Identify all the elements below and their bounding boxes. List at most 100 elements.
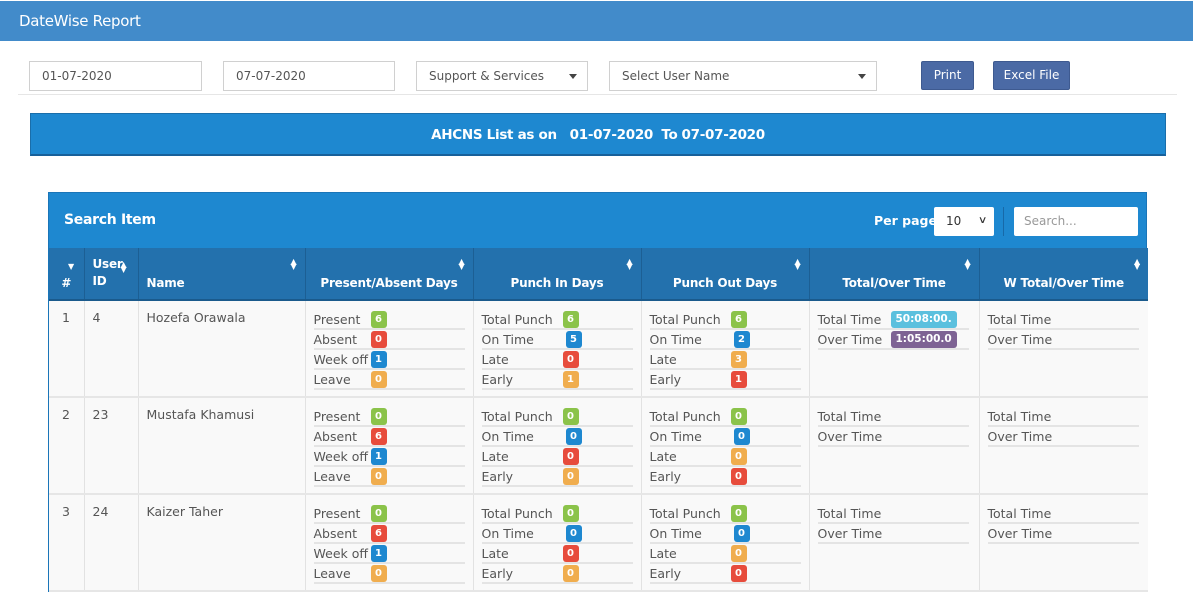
present-absent-cell: Present 0 Absent 6 Week off 1 Leave 0	[305, 397, 474, 495]
stat-label: Total Time	[817, 408, 882, 424]
punch-out-cell: Total Punch 0 On Time 0 Late 0 Early 0	[641, 494, 810, 592]
sort-icon: ▲ ▼	[1134, 257, 1140, 271]
stat-absent: Absent 6	[313, 427, 465, 447]
column-header-index[interactable]: ▼ #	[49, 248, 85, 301]
from-date-input[interactable]: 01-07-2020	[29, 61, 202, 91]
stat-late: Late 0	[649, 544, 801, 564]
w-total-over-time-cell: Total Time Over Time	[979, 494, 1148, 592]
column-header-punch-in[interactable]: ▲ ▼ Punch In Days	[473, 248, 642, 301]
leave-count-badge: 0	[370, 467, 387, 485]
w-total-over-time-cell: Total Time Over Time	[979, 300, 1148, 398]
filter-bar: 01-07-2020 07-07-2020 Support & Services…	[0, 41, 1193, 101]
sort-desc-icon: ▼	[68, 262, 74, 271]
user-name-select-value: Select User Name	[622, 69, 730, 83]
banner-to-date: 07-07-2020	[681, 127, 766, 143]
total-time-badge: 50:08:00.	[890, 310, 957, 328]
excel-file-button[interactable]: Excel File	[993, 61, 1070, 90]
banner-to-word: To	[661, 127, 678, 143]
sort-icon: ▲ ▼	[964, 257, 971, 271]
stat-early: Early 0	[649, 564, 801, 584]
stat-label: Total Punch	[649, 408, 721, 424]
stat-late: Late 0	[481, 350, 633, 370]
punch-out-ontime-badge: 2	[733, 330, 750, 348]
stat-label: On Time	[481, 525, 534, 541]
stat-label: On Time	[649, 525, 702, 541]
punch-in-ontime-badge: 5	[565, 330, 582, 348]
stat-over-time: Over Time	[817, 427, 969, 447]
punch-in-total-badge: 6	[562, 310, 579, 328]
present-absent-cell: Present 6 Absent 0 Week off 1 Leave 0	[305, 300, 474, 398]
present-count-badge: 0	[370, 407, 387, 425]
user-id: 24	[84, 494, 139, 592]
absent-count-badge: 6	[370, 427, 387, 445]
week-off-count-badge: 1	[370, 544, 387, 562]
stat-present: Present 0	[313, 407, 465, 427]
punch-in-early-badge: 1	[562, 370, 579, 388]
stat-early: Early 0	[481, 564, 633, 584]
print-button[interactable]: Print	[921, 61, 974, 90]
stat-on-time: On Time 0	[481, 524, 633, 544]
punch-in-total-badge: 0	[562, 407, 579, 425]
department-select[interactable]: Support & Services	[416, 61, 588, 91]
stat-label: Early	[481, 565, 514, 581]
report-table: ▼ # ▲ ▼ User ID ▲ ▼ Name ▲ ▼ Present/Absent…	[49, 248, 1148, 592]
stat-label: Total Time	[817, 505, 882, 521]
row-index: 2	[49, 397, 85, 495]
column-header-user-id[interactable]: ▲ ▼ User ID	[84, 248, 139, 301]
stat-label: Early	[481, 468, 514, 484]
report-banner: AHCNS List as on 01-07-2020 To 07-07-2020	[30, 113, 1166, 156]
per-page-select[interactable]: 10 ∨	[934, 207, 994, 236]
stat-label: Absent	[313, 525, 358, 541]
stat-label: Week off	[313, 545, 368, 561]
punch-in-late-badge: 0	[562, 350, 579, 368]
stat-present: Present 0	[313, 504, 465, 524]
stat-label: Late	[649, 448, 677, 464]
stat-present: Present 6	[313, 310, 465, 330]
sort-icon: ▲ ▼	[120, 260, 127, 274]
stat-label: Total Time	[987, 505, 1052, 521]
divider	[1003, 207, 1004, 236]
column-header-punch-out[interactable]: ▲ ▼ Punch Out Days	[641, 248, 810, 301]
stat-label: Late	[649, 351, 677, 367]
user-name: Kaizer Taher	[138, 494, 306, 592]
stat-leave: Leave 0	[313, 564, 465, 584]
stat-label: Total Punch	[481, 311, 553, 327]
stat-total-punch: Total Punch 0	[649, 407, 801, 427]
stat-w-over-time: Over Time	[987, 330, 1139, 350]
page-title: DateWise Report	[19, 12, 141, 30]
stat-total-punch: Total Punch 0	[481, 407, 633, 427]
user-name-select[interactable]: Select User Name	[609, 61, 877, 91]
app-header: DateWise Report	[0, 1, 1193, 41]
column-header-present-absent[interactable]: ▲ ▼ Present/Absent Days	[305, 248, 474, 301]
column-header-total-over-time[interactable]: ▲ ▼ Total/Over Time	[809, 248, 980, 301]
punch-in-early-badge: 0	[562, 467, 579, 485]
stat-total-time: Total Time 50:08:00.	[817, 310, 969, 330]
stat-label: Week off	[313, 448, 368, 464]
column-header-name[interactable]: ▲ ▼ Name	[138, 248, 306, 301]
results-panel: Search Item Per page: 10 ∨ Search... ▼ #…	[48, 192, 1148, 592]
present-count-badge: 6	[370, 310, 387, 328]
sort-icon: ▲ ▼	[290, 257, 297, 271]
stat-label: Present	[313, 408, 361, 424]
table-row: 3 24 Kaizer Taher Present 0 Absent 6 Week …	[49, 494, 1148, 592]
stat-over-time: Over Time	[817, 524, 969, 544]
table-header-row: ▼ # ▲ ▼ User ID ▲ ▼ Name ▲ ▼ Present/Absent…	[49, 248, 1148, 301]
stat-on-time: On Time 0	[649, 427, 801, 447]
sort-icon: ▲ ▼	[458, 257, 465, 271]
stat-label: Early	[481, 371, 514, 387]
stat-week-off: Week off 1	[313, 544, 465, 564]
stat-w-over-time: Over Time	[987, 427, 1139, 447]
stat-label: Absent	[313, 331, 358, 347]
punch-in-early-badge: 0	[562, 564, 579, 582]
per-page-value: 10	[946, 214, 962, 228]
stat-absent: Absent 0	[313, 330, 465, 350]
stat-label: Over Time	[987, 428, 1053, 444]
search-input[interactable]: Search...	[1014, 207, 1138, 236]
column-header-w-total-over-time[interactable]: ▲ ▼ W Total/Over Time	[979, 248, 1148, 301]
stat-label: Total Punch	[481, 505, 553, 521]
punch-in-cell: Total Punch 0 On Time 0 Late 0 Early 0	[473, 494, 642, 592]
to-date-input[interactable]: 07-07-2020	[223, 61, 395, 91]
stat-over-time: Over Time 1:05:00.0	[817, 330, 969, 350]
stat-label: Over Time	[987, 331, 1053, 347]
stat-label: Late	[481, 351, 509, 367]
